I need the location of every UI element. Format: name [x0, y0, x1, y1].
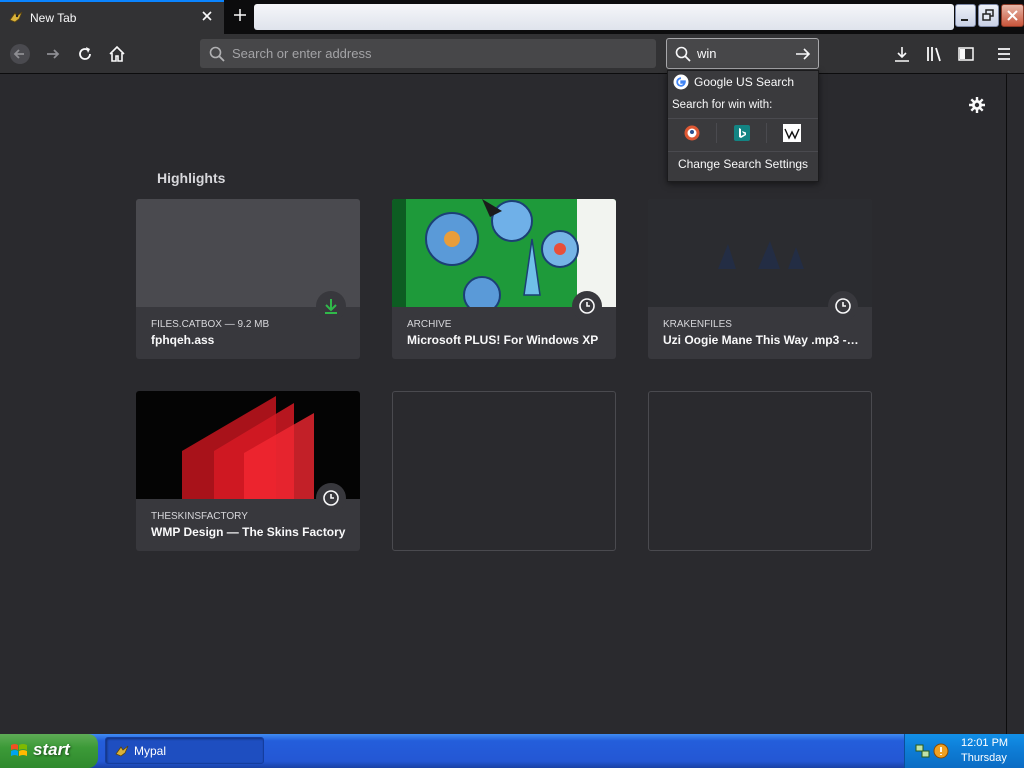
card-badge [316, 291, 346, 321]
clock-day: Thursday [961, 752, 1007, 764]
download-icon [325, 299, 337, 314]
minimize-button[interactable] [955, 4, 976, 27]
tab-title: New Tab [30, 11, 77, 25]
title-bar [254, 4, 954, 30]
card-source: FILES.CATBOX — 9.2 MB [151, 319, 270, 330]
search-input[interactable] [697, 39, 787, 68]
sidebar-icon[interactable] [956, 44, 976, 64]
nav-toolbar [0, 34, 1024, 74]
library-icon[interactable] [924, 44, 944, 64]
highlights-title: Highlights [157, 170, 226, 186]
taskbar-item-mypal[interactable]: Mypal [105, 737, 264, 764]
empty-highlight-slot [392, 391, 616, 551]
tab-strip: New Tab [0, 0, 1024, 34]
clock-icon [835, 298, 851, 314]
divider [668, 151, 818, 152]
home-icon[interactable] [107, 44, 127, 64]
card-title: Microsoft PLUS! For Windows XP [407, 333, 599, 347]
divider [716, 123, 717, 143]
forward-icon[interactable] [43, 44, 63, 64]
search-engine-row[interactable]: Google US Search [668, 71, 818, 93]
card-source: THESKINSFACTORY [151, 511, 248, 522]
close-window-button[interactable] [1001, 4, 1024, 27]
bing-icon [734, 125, 750, 141]
menu-icon[interactable] [994, 44, 1014, 64]
search-engine-name: Google US Search [694, 75, 795, 89]
wikipedia-icon [783, 124, 801, 142]
card-title: Uzi Oogie Mane This Way .mp3 - Krakenfil… [663, 333, 861, 347]
close-window-icon [1007, 10, 1018, 21]
gear-icon[interactable] [967, 95, 987, 115]
card-source: ARCHIVE [407, 319, 452, 330]
system-tray: 12:01 PM Thursday [904, 734, 1024, 768]
new-tab-plus-icon[interactable] [230, 5, 250, 25]
back-icon[interactable] [10, 44, 30, 64]
duckduckgo-icon [684, 125, 700, 141]
restore-icon [982, 9, 994, 21]
clock-time: 12:01 PM [961, 737, 1009, 749]
start-button[interactable]: start [0, 734, 98, 768]
network-icon[interactable] [915, 743, 931, 759]
card-title: WMP Design — The Skins Factory [151, 525, 346, 539]
bing-engine-button[interactable] [718, 121, 766, 145]
clock-icon [323, 490, 339, 506]
url-input[interactable] [232, 39, 642, 68]
url-bar[interactable] [200, 39, 656, 68]
start-label: start [33, 740, 70, 759]
search-for-label: Search for win with: [672, 99, 773, 111]
search-icon [675, 46, 691, 62]
highlight-card[interactable]: KRAKENFILES Uzi Oogie Mane This Way .mp3… [648, 199, 872, 359]
google-icon [673, 74, 689, 90]
card-badge [572, 291, 602, 321]
highlight-card[interactable]: THESKINSFACTORY WMP Design — The Skins F… [136, 391, 360, 551]
scrollbar[interactable] [1006, 74, 1024, 734]
card-badge [828, 291, 858, 321]
search-bar[interactable] [666, 38, 819, 69]
reload-icon[interactable] [75, 44, 95, 64]
tab-new-tab[interactable]: New Tab [0, 0, 224, 34]
mypal-icon [115, 745, 129, 757]
highlight-card[interactable]: ARCHIVE Microsoft PLUS! For Windows XP [392, 199, 616, 359]
close-tab-icon[interactable] [199, 8, 215, 24]
security-alert-icon[interactable] [933, 743, 949, 759]
card-source: KRAKENFILES [663, 319, 732, 330]
wikipedia-engine-button[interactable] [768, 121, 816, 145]
minimize-icon [961, 19, 968, 21]
divider [668, 118, 818, 119]
windows-flag-icon [11, 744, 27, 756]
empty-highlight-slot [648, 391, 872, 551]
taskbar: start Mypal 12:01 PM Thursday [0, 734, 1024, 768]
clock-icon [579, 298, 595, 314]
search-suggestions-popup: Google US Search Search for win with: Ch… [667, 70, 819, 182]
mypal-icon [9, 11, 23, 23]
search-go-arrow-icon[interactable] [794, 45, 812, 63]
card-badge [316, 483, 346, 513]
highlight-card[interactable]: FILES.CATBOX — 9.2 MB fphqeh.ass [136, 199, 360, 359]
search-icon [209, 46, 225, 62]
card-title: fphqeh.ass [151, 333, 215, 347]
restore-button[interactable] [978, 4, 999, 27]
duckduckgo-engine-button[interactable] [668, 121, 716, 145]
downloads-icon[interactable] [892, 44, 912, 64]
change-search-settings-button[interactable]: Change Search Settings [668, 157, 818, 171]
taskbar-item-label: Mypal [134, 744, 167, 758]
divider [766, 123, 767, 143]
